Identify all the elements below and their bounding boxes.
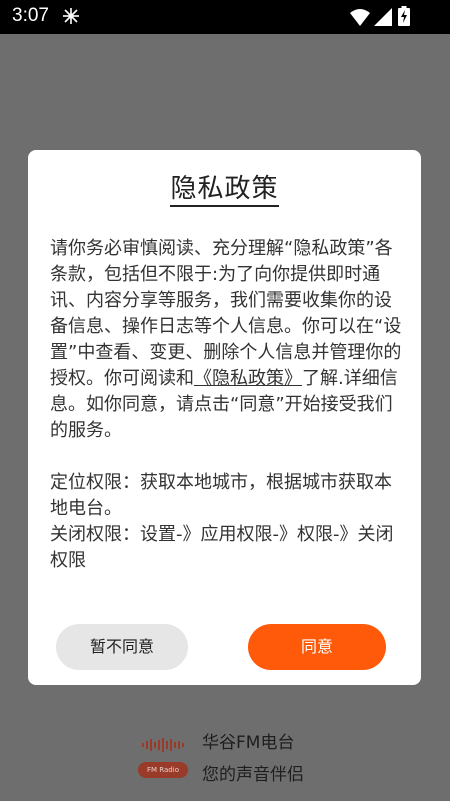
dialog-title: 隐私政策 xyxy=(28,168,421,207)
brand-slogan: 您的声音伴侣 xyxy=(202,765,304,785)
brand-logo-badge: FM Radio xyxy=(138,762,188,778)
disagree-button[interactable]: 暂不同意 xyxy=(56,624,188,670)
battery-charging-icon xyxy=(398,6,410,26)
privacy-dialog: 隐私政策 请你务必审慎阅读、充分理解“隐私政策”各条款，包括但不限于:为了向你提… xyxy=(28,150,421,685)
fan-icon xyxy=(63,8,79,24)
location-permission-text: 定位权限：获取本地城市，根据城市获取本地电台。 xyxy=(50,472,392,519)
dialog-body: 请你务必审慎阅读、充分理解“隐私政策”各条款，包括但不限于:为了向你提供即时通讯… xyxy=(50,236,402,574)
agree-button[interactable]: 同意 xyxy=(248,624,386,670)
privacy-policy-link[interactable]: 《隐私政策》 xyxy=(194,368,302,389)
privacy-text-pre: 请你务必审慎阅读、充分理解“隐私政策”各条款，包括但不限于:为了向你提供即时通讯… xyxy=(50,238,402,389)
soundwave-logo-icon xyxy=(142,738,184,752)
close-permission-text: 关闭权限：设置-》应用权限-》权限-》关闭权限 xyxy=(50,524,394,571)
status-time: 3:07 xyxy=(12,5,49,26)
status-bar: 3:07 xyxy=(0,0,450,34)
privacy-paragraph: 请你务必审慎阅读、充分理解“隐私政策”各条款，包括但不限于:为了向你提供即时通讯… xyxy=(50,236,402,444)
wifi-icon xyxy=(350,9,370,26)
dialog-title-text: 隐私政策 xyxy=(170,174,279,207)
brand-name: 华谷FM电台 xyxy=(202,733,295,753)
signal-icon xyxy=(374,8,392,26)
background-brand: FM Radio 华谷FM电台 您的声音伴侣 xyxy=(138,726,338,786)
